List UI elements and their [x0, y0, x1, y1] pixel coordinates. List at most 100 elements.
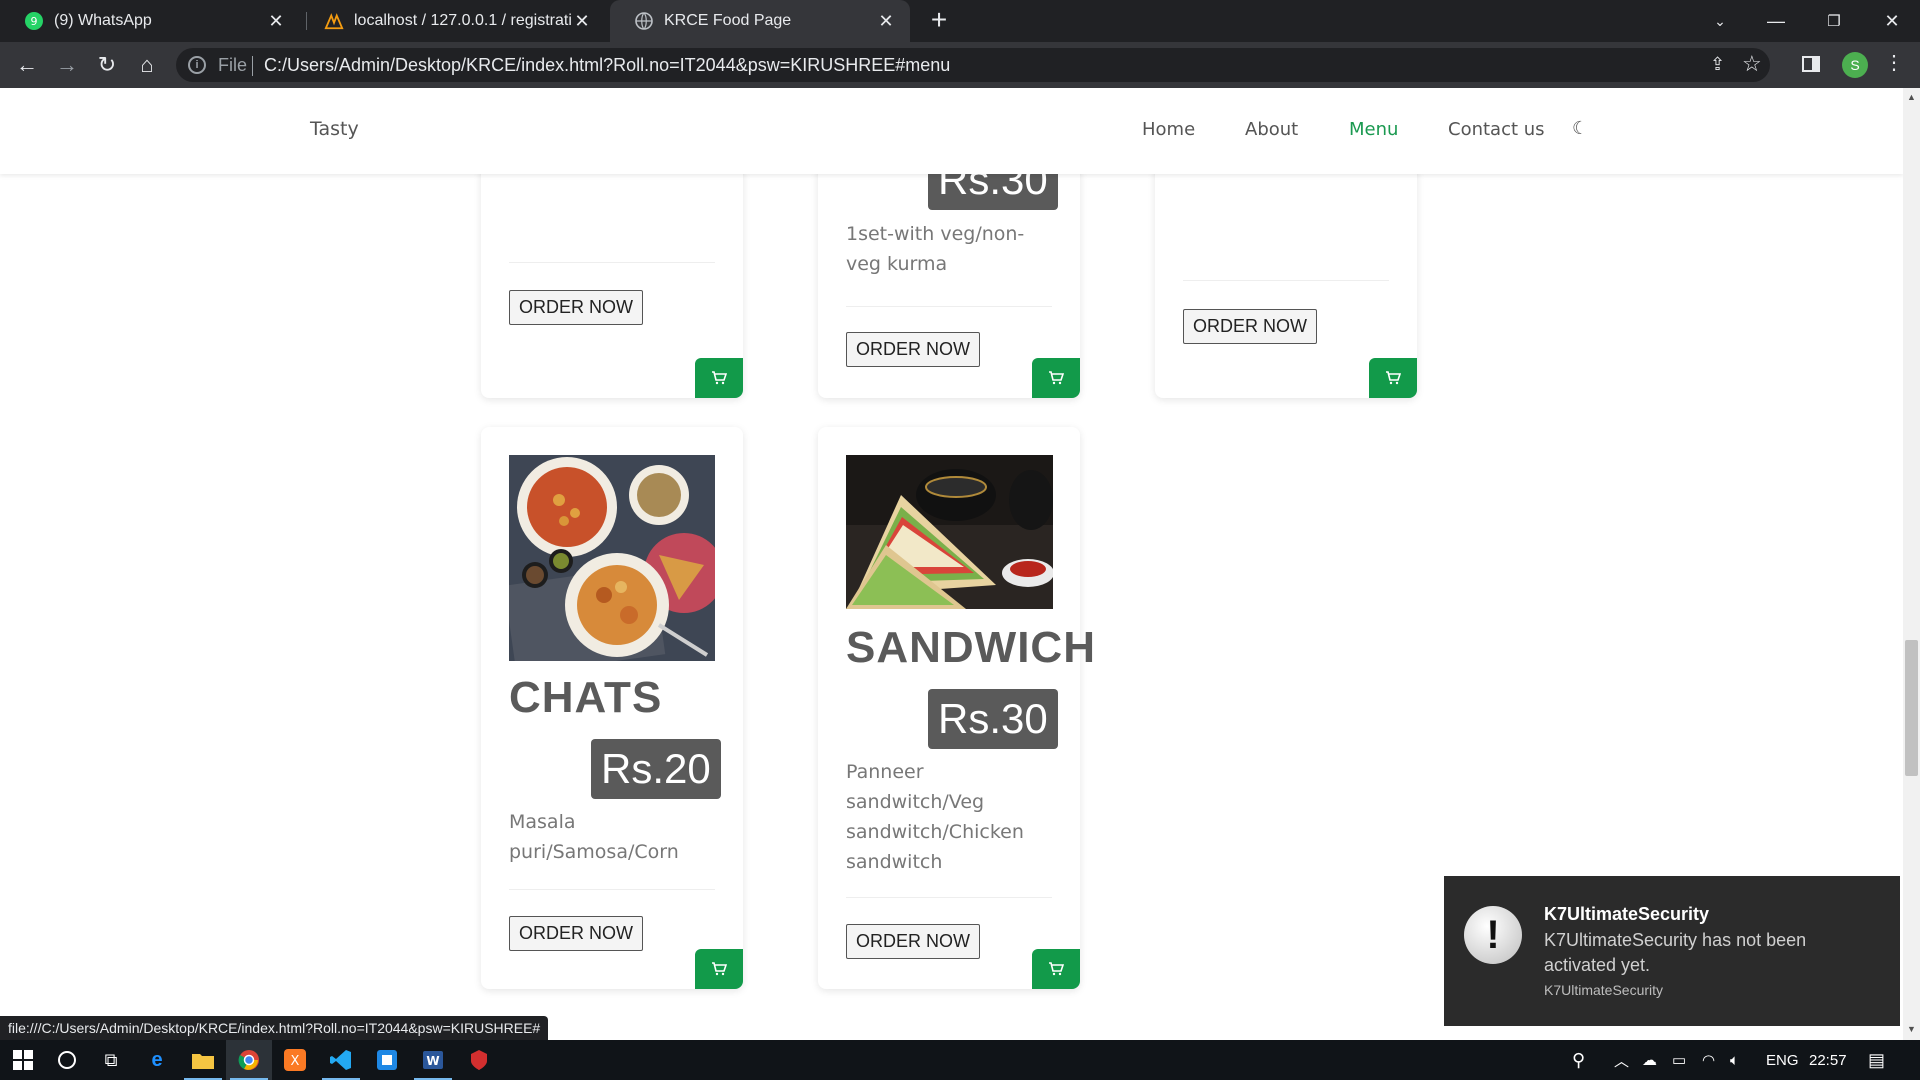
item-description: 1set-with veg/non-veg kurma: [846, 223, 1025, 275]
chats-image: [509, 455, 715, 661]
add-to-cart-button[interactable]: [695, 949, 743, 989]
home-icon[interactable]: ⌂: [132, 50, 162, 80]
link-status-bar: file:///C:/Users/Admin/Desktop/KRCE/inde…: [0, 1016, 549, 1040]
share-icon[interactable]: ⇪: [1710, 54, 1725, 75]
cart-icon: [1386, 371, 1401, 385]
chrome-icon[interactable]: [226, 1040, 272, 1080]
toast-source: K7UltimateSecurity: [1544, 982, 1664, 998]
search-icon[interactable]: [44, 1040, 90, 1080]
card-divider: [1183, 280, 1389, 281]
order-now-button[interactable]: ORDER NOW: [846, 332, 980, 367]
cart-icon: [712, 962, 727, 976]
tab-title: KRCE Food Page: [664, 12, 792, 29]
order-now-button[interactable]: ORDER NOW: [846, 924, 980, 959]
close-tab-icon[interactable]: ✕: [572, 11, 592, 32]
tab-krce-food-page[interactable]: KRCE Food Page ✕: [610, 0, 910, 42]
profile-avatar[interactable]: S: [1842, 52, 1868, 78]
tab-whatsapp[interactable]: 9 (9) WhatsApp ✕: [0, 0, 300, 42]
close-tab-icon[interactable]: ✕: [876, 11, 896, 32]
new-tab-button[interactable]: +: [924, 6, 954, 36]
site-info-icon[interactable]: i: [188, 56, 206, 74]
phpmyadmin-icon: [324, 11, 344, 31]
add-to-cart-button[interactable]: [695, 358, 743, 398]
windows-start-icon[interactable]: [0, 1040, 46, 1080]
clock[interactable]: 22:57: [1809, 1040, 1847, 1080]
add-to-cart-button[interactable]: [1032, 358, 1080, 398]
scroll-up-icon[interactable]: ▲: [1905, 92, 1918, 106]
card-divider: [509, 262, 715, 263]
dark-mode-toggle-icon[interactable]: ☾: [1572, 118, 1588, 139]
side-panel-icon[interactable]: [1802, 56, 1820, 72]
app-icon[interactable]: [364, 1040, 410, 1080]
menu-card-sandwich: SANDWICH Rs.30 Panneer sandwitch/Veg san…: [818, 427, 1095, 989]
svg-text:X: X: [291, 1054, 300, 1069]
url-text[interactable]: C:/Users/Admin/Desktop/KRCE/index.html?R…: [264, 55, 950, 76]
menu-card-chats: CHATS Rs.20 Masala puri/Samosa/Corn ORDE…: [481, 427, 743, 989]
language-indicator[interactable]: ENG: [1766, 1040, 1799, 1080]
order-now-button[interactable]: ORDER NOW: [1183, 309, 1317, 344]
globe-icon: [634, 11, 654, 31]
add-to-cart-button[interactable]: [1369, 358, 1417, 398]
forward-icon[interactable]: →: [52, 50, 82, 80]
battery-icon[interactable]: ▭: [1672, 1040, 1686, 1080]
notification-toast[interactable]: ! K7UltimateSecurity K7UltimateSecurity …: [1444, 876, 1900, 1026]
item-name: CHATS: [509, 673, 663, 722]
item-name: SANDWICH: [846, 623, 1096, 672]
close-tab-icon[interactable]: ✕: [266, 11, 286, 32]
close-window-icon[interactable]: ✕: [1864, 0, 1920, 42]
nav-menu[interactable]: Menu: [1349, 119, 1398, 140]
back-icon[interactable]: ←: [12, 50, 42, 80]
edge-icon[interactable]: e: [134, 1040, 180, 1080]
minimize-icon[interactable]: —: [1748, 0, 1804, 42]
browser-menu-icon[interactable]: ⋮: [1884, 50, 1904, 75]
svg-text:9: 9: [31, 15, 38, 28]
xampp-icon[interactable]: X: [272, 1040, 318, 1080]
cart-icon: [1049, 962, 1064, 976]
tab-title: (9) WhatsApp: [54, 12, 152, 29]
svg-text:W: W: [426, 1054, 439, 1068]
word-icon[interactable]: W: [410, 1040, 456, 1080]
tab-phpmyadmin[interactable]: localhost / 127.0.0.1 / registration ✕: [300, 0, 606, 42]
cloud-icon[interactable]: ☁: [1642, 1040, 1657, 1080]
nav-contact-us[interactable]: Contact us: [1448, 119, 1545, 140]
tab-title: localhost / 127.0.0.1 / registration: [354, 12, 572, 29]
whatsapp-icon: 9: [24, 11, 44, 31]
card-divider: [846, 897, 1052, 898]
card-divider: [509, 889, 715, 890]
windows-taskbar: ⧉ e X W ⚲ ︿ ☁ ▭ ◠ 🔈︎ ENG 22:57 ▤: [0, 1040, 1920, 1080]
address-bar[interactable]: i File C:/Users/Admin/Desktop/KRCE/index…: [176, 48, 1770, 82]
file-explorer-icon[interactable]: [180, 1040, 226, 1080]
tab-search-icon[interactable]: ⌄: [1692, 0, 1748, 42]
price-badge: Rs.30: [928, 689, 1058, 749]
show-hidden-icons[interactable]: ︿: [1614, 1040, 1629, 1080]
people-icon[interactable]: ⚲: [1572, 1040, 1585, 1080]
nav-about[interactable]: About: [1245, 119, 1298, 140]
warning-icon: !: [1464, 906, 1522, 964]
volume-icon[interactable]: 🔈︎: [1730, 1040, 1739, 1080]
restore-icon[interactable]: ❐: [1806, 0, 1862, 42]
scroll-down-icon[interactable]: ▼: [1905, 1024, 1918, 1038]
scrollbar-thumb[interactable]: [1905, 640, 1918, 776]
sandwich-image: [846, 455, 1053, 609]
action-center-icon[interactable]: ▤: [1868, 1040, 1885, 1080]
reload-icon[interactable]: ↻: [92, 50, 122, 80]
toast-message: K7UltimateSecurity has not been activate…: [1544, 930, 1807, 975]
bookmark-star-icon[interactable]: ☆: [1742, 51, 1762, 77]
tab-strip: 9 (9) WhatsApp ✕ localhost / 127.0.0.1 /…: [0, 0, 1920, 42]
nav-home[interactable]: Home: [1142, 119, 1195, 140]
site-logo[interactable]: Tasty: [310, 118, 359, 140]
card-divider: [846, 306, 1052, 307]
cart-icon: [712, 371, 727, 385]
wifi-icon[interactable]: ◠: [1702, 1040, 1715, 1080]
order-now-button[interactable]: ORDER NOW: [509, 290, 643, 325]
security-app-icon[interactable]: [456, 1040, 502, 1080]
divider: [252, 56, 253, 76]
task-view-icon[interactable]: ⧉: [88, 1040, 134, 1080]
item-description: Masala puri/Samosa/Corn: [509, 811, 679, 863]
scheme-label: File: [218, 55, 248, 75]
order-now-button[interactable]: ORDER NOW: [509, 916, 643, 951]
toast-title: K7UltimateSecurity: [1544, 904, 1710, 924]
page-scrollbar[interactable]: [1903, 88, 1920, 1040]
vscode-icon[interactable]: [318, 1040, 364, 1080]
add-to-cart-button[interactable]: [1032, 949, 1080, 989]
